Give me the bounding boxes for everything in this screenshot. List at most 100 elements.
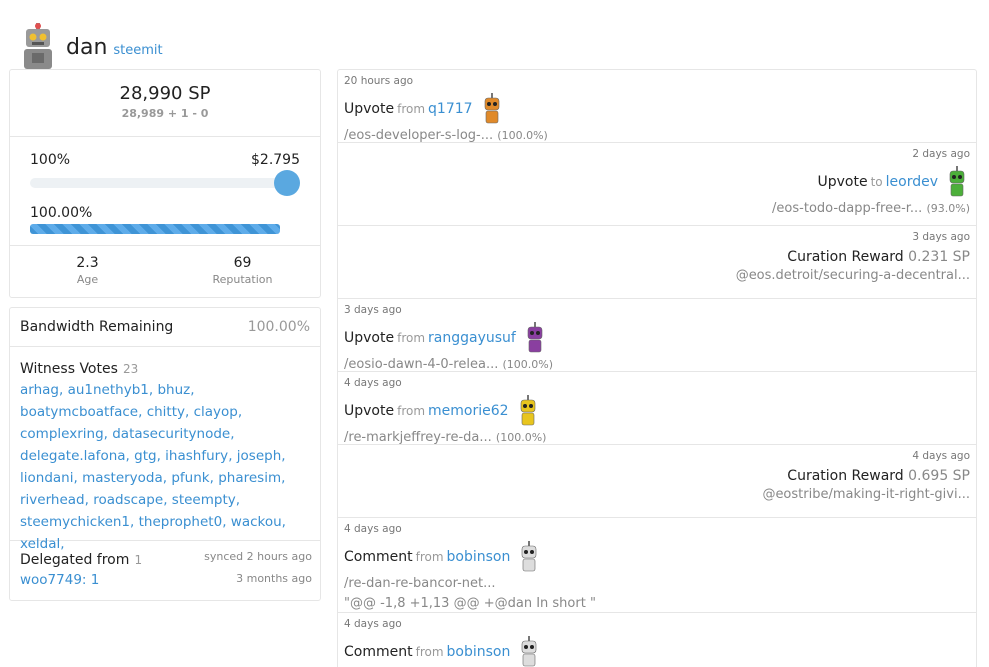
steem-power-breakdown: 28,989 + 1 - 0 (121, 107, 209, 120)
witness-votes-title: Witness Votes (20, 361, 118, 377)
comment-snippet: "@@ -1,8 +1,13 @@ +@dan In short " (344, 596, 596, 611)
feed-action: Comment (344, 549, 413, 565)
feed-action-row: Upvote from memorie62 (344, 395, 970, 427)
post-link[interactable]: /eos-developer-s-log-... (344, 128, 493, 143)
vote-weight: 100% (30, 152, 71, 168)
feed-time: 4 days ago (344, 523, 402, 535)
feed-preposition: from (415, 645, 444, 659)
steem-power-total: 28,990 SP (119, 83, 211, 104)
feed-time: 4 days ago (344, 618, 402, 630)
account-details-card: Bandwidth Remaining 100.00% Witness Vote… (9, 307, 321, 601)
feed-post-path: /re-dan-re-bancor-net... (344, 576, 970, 591)
reward-amount: 0.695 SP (908, 468, 970, 484)
witness-link[interactable]: bhuz (157, 382, 190, 398)
witness-link[interactable]: delegate.lafona (20, 448, 126, 464)
account-name: dan (66, 34, 108, 60)
feed-post-path: /re-markjeffrey-re-da... (100.0%) (344, 430, 970, 445)
post-link[interactable]: /re-dan-re-bancor-net... (344, 576, 496, 591)
witness-link[interactable]: boatymcboatface (20, 404, 138, 420)
post-link[interactable]: /re-markjeffrey-re-da... (344, 430, 492, 445)
delegator-link[interactable]: woo7749 (20, 572, 82, 588)
witness-link[interactable]: roadscape (93, 492, 163, 508)
witness-link[interactable]: datasecuritynode (112, 426, 230, 442)
feed-action: Comment (344, 644, 413, 660)
robot-avatar-icon (949, 166, 965, 197)
feed-action-row: Upvote from q1717 (344, 93, 970, 125)
witness-link[interactable]: pfunk (171, 470, 209, 486)
feed-item: 4 days ago Comment from bobinson (338, 613, 976, 667)
robot-avatar-icon (484, 93, 499, 124)
vote-weight-pct: (100.0%) (497, 129, 548, 142)
feed-item: 4 days ago Comment from bobinson/re-dan-re-… (338, 518, 976, 613)
age-label: Age (76, 273, 99, 286)
feed-time: 3 days ago (912, 231, 970, 243)
delegated-amount: : 1 (81, 572, 100, 588)
activity-feed: 20 hours ago Upvote from q1717/eos-develope… (337, 69, 977, 667)
witness-votes: Witness Votes 23 arhag, au1nethyb1, bhuz… (10, 347, 320, 552)
bandwidth-row: Bandwidth Remaining 100.00% (10, 308, 320, 347)
account-summary-card: 28,990 SP 28,989 + 1 - 0 100% $2.795 100… (9, 69, 321, 298)
age-stat: 2.3 Age (10, 255, 165, 298)
robot-avatar-icon (527, 322, 543, 353)
feed-user-link[interactable]: bobinson (447, 549, 511, 565)
witness-list: arhag, au1nethyb1, bhuz, boatymcboatface… (20, 382, 286, 552)
witness-link[interactable]: au1nethyb1 (68, 382, 149, 398)
vote-weight-slider[interactable] (30, 170, 300, 196)
witness-link[interactable]: pharesim (218, 470, 281, 486)
synced-time: synced 2 hours ago (204, 550, 312, 563)
witness-votes-count: 23 (122, 362, 139, 376)
witness-link[interactable]: clayop (194, 404, 238, 420)
post-link[interactable]: /eosio-dawn-4-0-relea... (344, 357, 498, 372)
feed-user-link[interactable]: bobinson (447, 644, 511, 660)
feed-user-link[interactable]: memorie62 (428, 403, 509, 419)
feed-user-link[interactable]: q1717 (428, 101, 473, 117)
witness-link[interactable]: complexring (20, 426, 104, 442)
voting-power-bar (30, 224, 280, 234)
feed-action-row: Comment from bobinson (344, 541, 970, 573)
profile-header: dan steemit (18, 22, 163, 72)
feed-preposition: to (870, 175, 883, 189)
post-link[interactable]: /eos-todo-dapp-free-r... (772, 201, 922, 216)
feed-item: 20 hours ago Upvote from q1717/eos-develope… (338, 70, 976, 143)
feed-action: Upvote (344, 101, 395, 117)
witness-link[interactable]: wackou (231, 514, 282, 530)
vote-block: 100% $2.795 100.00% (10, 137, 320, 246)
feed-preposition: from (397, 102, 426, 116)
voting-power-label: 100.00% (30, 205, 93, 221)
feed-item: 3 days ago Curation Reward 0.231 SP @eos.d… (338, 226, 976, 299)
post-link[interactable]: @eos.detroit/securing-a-decentral... (736, 268, 970, 283)
feed-action: Upvote (344, 403, 395, 419)
slider-handle[interactable] (274, 170, 300, 196)
feed-action-row: Curation Reward 0.695 SP (344, 468, 970, 484)
witness-link[interactable]: ihashfury (165, 448, 228, 464)
witness-link[interactable]: steemychicken1 (20, 514, 130, 530)
delegated-count: 1 (134, 553, 143, 567)
feed-post-path: @eos.detroit/securing-a-decentral... (344, 268, 970, 283)
feed-time: 2 days ago (912, 148, 970, 160)
reputation-label: Reputation (212, 273, 273, 286)
feed-preposition: from (415, 550, 444, 564)
feed-time: 4 days ago (912, 450, 970, 462)
post-link[interactable]: @eostribe/making-it-right-givi... (762, 487, 970, 502)
witness-link[interactable]: theprophet0 (139, 514, 223, 530)
app-link[interactable]: steemit (113, 43, 162, 58)
witness-link[interactable]: riverhead (20, 492, 85, 508)
bandwidth-value: 100.00% (247, 319, 310, 335)
witness-link[interactable]: masteryoda (82, 470, 163, 486)
reputation-value: 69 (233, 255, 252, 271)
feed-user-link[interactable]: ranggayusuf (428, 330, 516, 346)
robot-avatar-icon (520, 395, 535, 426)
witness-link[interactable]: chitty (147, 404, 185, 420)
robot-avatar-icon (522, 541, 537, 572)
feed-time: 3 days ago (344, 304, 402, 316)
delegated-time: 3 months ago (236, 572, 312, 585)
feed-user-link[interactable]: leordev (886, 174, 938, 190)
feed-action-row: Curation Reward 0.231 SP (344, 249, 970, 265)
steem-power-block: 28,990 SP 28,989 + 1 - 0 (10, 70, 320, 137)
witness-link[interactable]: joseph (237, 448, 281, 464)
witness-link[interactable]: steempty (172, 492, 236, 508)
witness-link[interactable]: arhag (20, 382, 59, 398)
witness-link[interactable]: gtg (134, 448, 156, 464)
vote-weight-pct: (93.0%) (926, 202, 970, 215)
witness-link[interactable]: liondani (20, 470, 73, 486)
